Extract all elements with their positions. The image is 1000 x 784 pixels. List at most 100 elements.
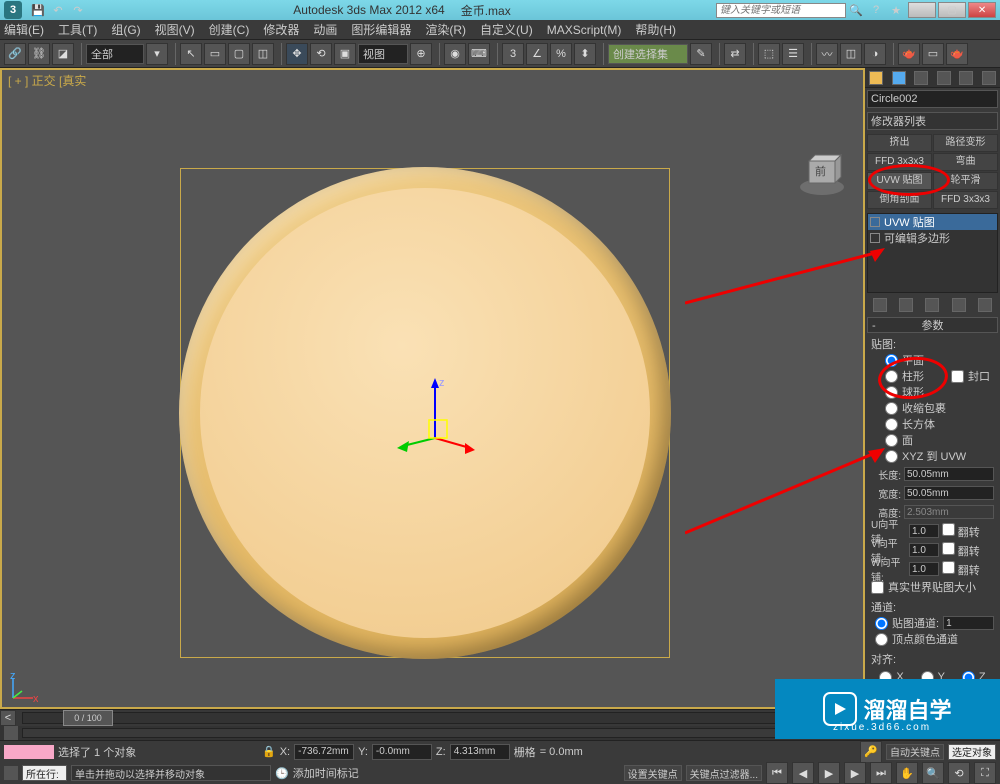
minimize-button[interactable]: ─ — [908, 2, 936, 18]
btn-ffd1[interactable]: FFD 3x3x3 — [867, 153, 932, 171]
qat-redo-icon[interactable]: ↷ — [70, 2, 86, 18]
mapch-spinner[interactable]: 1 — [943, 616, 994, 630]
menu-group[interactable]: 组(G) — [111, 21, 140, 38]
schematic-icon[interactable]: ◫ — [840, 43, 862, 65]
rotate-icon[interactable]: ⟲ — [310, 43, 332, 65]
help-icon[interactable]: ? — [868, 2, 884, 18]
tab-utilities-icon[interactable] — [982, 71, 996, 85]
tab-create-icon[interactable] — [869, 71, 883, 85]
selset-dropdown[interactable]: 选定对象 — [948, 744, 996, 760]
btn-bend[interactable]: 弯曲 — [933, 153, 998, 171]
move-icon[interactable]: ✥ — [286, 43, 308, 65]
mirror-icon[interactable]: ⇄ — [724, 43, 746, 65]
tab-display-icon[interactable] — [959, 71, 973, 85]
height-spinner[interactable]: 2.503mm — [904, 505, 994, 519]
spinner-snap-icon[interactable]: ⬍ — [574, 43, 596, 65]
render-setup-icon[interactable]: 🫖 — [898, 43, 920, 65]
qat-save-icon[interactable]: 💾 — [30, 2, 46, 18]
link-icon[interactable]: 🔗 — [4, 43, 26, 65]
w-spinner[interactable]: 1.0 — [909, 562, 939, 576]
v-spinner[interactable]: 1.0 — [909, 543, 939, 557]
curve-editor-icon[interactable]: 〰 — [816, 43, 838, 65]
prev-frame-icon[interactable]: ◀ — [792, 762, 814, 784]
select-arrow-icon[interactable]: ↖ — [180, 43, 202, 65]
listener-icon[interactable] — [4, 766, 18, 780]
menu-animation[interactable]: 动画 — [313, 21, 337, 38]
width-spinner[interactable]: 50.05mm — [904, 486, 994, 500]
modifier-stack[interactable]: UVW 贴图 可编辑多边形 — [867, 213, 998, 293]
show-end-icon[interactable] — [899, 298, 913, 312]
unique-icon[interactable] — [925, 298, 939, 312]
maximize-button[interactable]: ▢ — [938, 2, 966, 18]
scale-icon[interactable]: ▣ — [334, 43, 356, 65]
keymode-icon[interactable]: 🔑 — [860, 741, 882, 763]
autokey-button[interactable]: 自动关键点 — [886, 744, 944, 760]
tab-modify-icon[interactable] — [892, 71, 906, 85]
nav-max-icon[interactable]: ⛶ — [974, 762, 996, 784]
time-handle[interactable]: 0 / 100 — [63, 710, 113, 726]
tab-hierarchy-icon[interactable] — [914, 71, 928, 85]
w-flip[interactable] — [942, 561, 955, 574]
x-field[interactable]: -736.72mm — [294, 744, 354, 760]
tab-motion-icon[interactable] — [937, 71, 951, 85]
menu-create[interactable]: 创建(C) — [209, 21, 250, 38]
search-icon[interactable]: 🔍 — [848, 2, 864, 18]
timeslider-left-icon[interactable]: < — [0, 710, 16, 726]
radio-face[interactable]: 面 — [885, 432, 994, 448]
angle-snap-icon[interactable]: ∠ — [526, 43, 548, 65]
radio-planar[interactable]: 平面 — [885, 352, 994, 368]
menu-edit[interactable]: 编辑(E) — [4, 21, 44, 38]
u-spinner[interactable]: 1.0 — [909, 524, 939, 538]
radio-xyz[interactable]: XYZ 到 UVW — [885, 448, 994, 464]
app-logo-icon[interactable]: 3 — [4, 1, 22, 19]
radio-cylindrical[interactable]: 柱形 — [885, 368, 951, 384]
chk-cap[interactable]: 封口 — [951, 368, 990, 384]
menu-modifiers[interactable]: 修改器 — [263, 21, 299, 38]
menu-maxscript[interactable]: MAXScript(M) — [547, 23, 622, 37]
select-manip-icon[interactable]: ◉ — [444, 43, 466, 65]
modifier-list-dropdown[interactable]: 修改器列表 — [867, 112, 998, 130]
snap-icon[interactable]: 3 — [502, 43, 524, 65]
editset-icon[interactable]: ✎ — [690, 43, 712, 65]
close-button[interactable]: ✕ — [968, 2, 996, 18]
rollout-header[interactable]: -参数 — [867, 317, 998, 333]
z-field[interactable]: 4.313mm — [450, 744, 510, 760]
menu-views[interactable]: 视图(V) — [155, 21, 195, 38]
render-frame-icon[interactable]: ▭ — [922, 43, 944, 65]
unlink-icon[interactable]: ⛓ — [28, 43, 50, 65]
help-search-input[interactable] — [716, 3, 846, 18]
percent-snap-icon[interactable]: % — [550, 43, 572, 65]
keyfilter-button[interactable]: 关键点过滤器... — [686, 765, 762, 781]
material-editor-icon[interactable]: ◑ — [864, 43, 886, 65]
script-indicator[interactable] — [4, 745, 54, 759]
menu-tools[interactable]: 工具(T) — [58, 21, 97, 38]
nav-orbit-icon[interactable]: ⟲ — [948, 762, 970, 784]
remove-mod-icon[interactable] — [952, 298, 966, 312]
keyboard-icon[interactable]: ⌨ — [468, 43, 490, 65]
bind-icon[interactable]: ◪ — [52, 43, 74, 65]
radio-vertexcolor[interactable]: 顶点颜色通道 — [875, 631, 994, 647]
btn-uvwmap[interactable]: UVW 贴图 — [867, 172, 932, 190]
next-frame-icon[interactable]: ▶ — [844, 762, 866, 784]
select-rect-icon[interactable]: ▢ — [228, 43, 250, 65]
named-sel-dropdown[interactable]: 创建选择集 — [608, 44, 688, 64]
viewport[interactable]: [ + ] 正交 [真实 z 前 x z — [0, 68, 865, 709]
configure-icon[interactable] — [978, 298, 992, 312]
refcoord-dropdown[interactable]: 视图 — [358, 44, 408, 64]
addtime-text[interactable]: 添加时间标记 — [293, 765, 359, 781]
radio-spherical[interactable]: 球形 — [885, 384, 994, 400]
btn-pathdeform[interactable]: 路径变形 — [933, 134, 998, 152]
setkey-button[interactable]: 设置关键点 — [624, 765, 682, 781]
selection-set-dropdown[interactable]: 全部 — [86, 44, 144, 64]
menu-graph[interactable]: 图形编辑器 — [351, 21, 411, 38]
stack-item-uvw[interactable]: UVW 贴图 — [868, 214, 997, 230]
layers-icon[interactable]: ☰ — [782, 43, 804, 65]
addtime-icon[interactable]: 🕒 — [275, 767, 289, 780]
menu-customize[interactable]: 自定义(U) — [480, 21, 533, 38]
btn-ffd2[interactable]: FFD 3x3x3 — [933, 191, 998, 209]
length-spinner[interactable]: 50.05mm — [904, 467, 994, 481]
lock-icon[interactable]: 🔒 — [262, 745, 276, 758]
goto-end-icon[interactable]: ⏭ — [870, 762, 892, 784]
select-name-icon[interactable]: ▭ — [204, 43, 226, 65]
render-icon[interactable]: 🫖 — [946, 43, 968, 65]
